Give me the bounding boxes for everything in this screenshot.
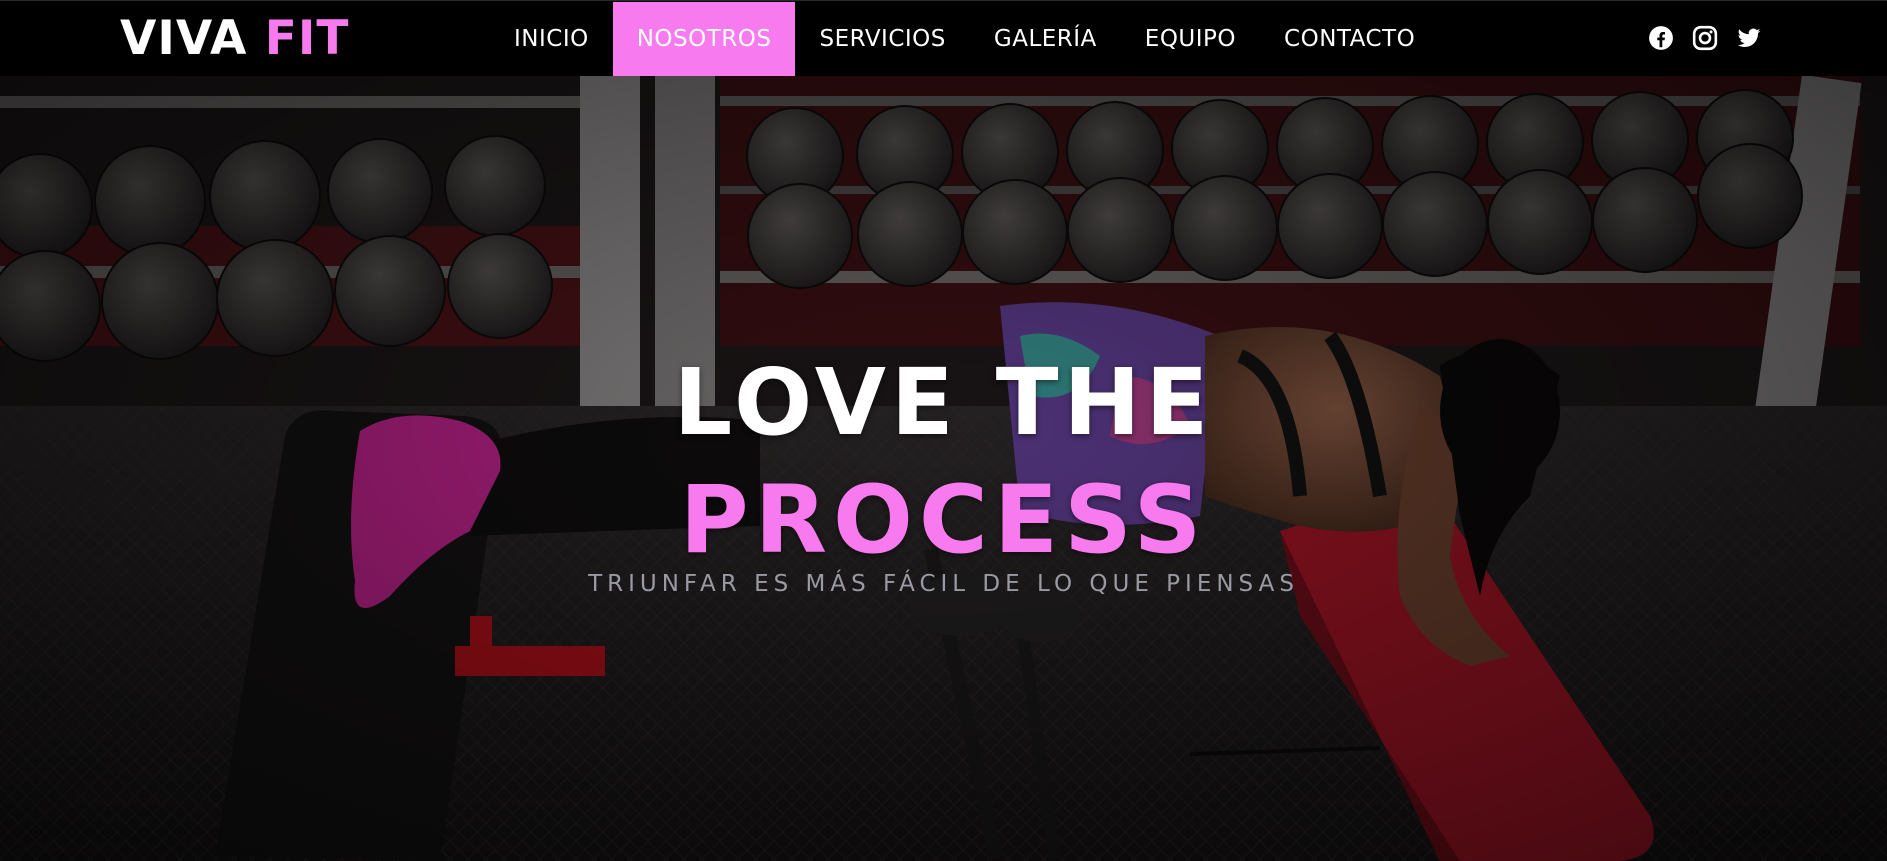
brand-name-part2: FIT [264,11,350,66]
hero-headline-line2: PROCESS [679,465,1208,575]
navbar: VIVA FIT INICIO NOSOTROS SERVICIOS GALER… [0,0,1887,76]
hero-tagline: TRIUNFAR ES MÁS FÁCIL DE LO QUE PIENSAS [588,571,1299,597]
brand-logo[interactable]: VIVA FIT [120,13,349,65]
social-links [1648,25,1762,51]
nav-item-nosotros[interactable]: NOSOTROS [612,2,796,76]
hero-headline-line1: LOVE THE [673,348,1214,456]
main-nav: INICIO NOSOTROS SERVICIOS GALERÍA EQUIPO… [490,2,1439,76]
nav-item-inicio[interactable]: INICIO [490,2,613,76]
nav-item-servicios[interactable]: SERVICIOS [795,2,969,76]
facebook-icon[interactable] [1648,25,1674,51]
nav-item-equipo[interactable]: EQUIPO [1121,2,1260,76]
nav-item-contacto[interactable]: CONTACTO [1260,2,1439,76]
nav-item-galeria[interactable]: GALERÍA [970,2,1121,76]
instagram-icon[interactable] [1692,25,1718,51]
brand-name-part1: VIVA [120,11,248,66]
twitter-icon[interactable] [1736,25,1762,51]
hero-section: LOVE THE PROCESS TRIUNFAR ES MÁS FÁCIL D… [0,76,1887,861]
